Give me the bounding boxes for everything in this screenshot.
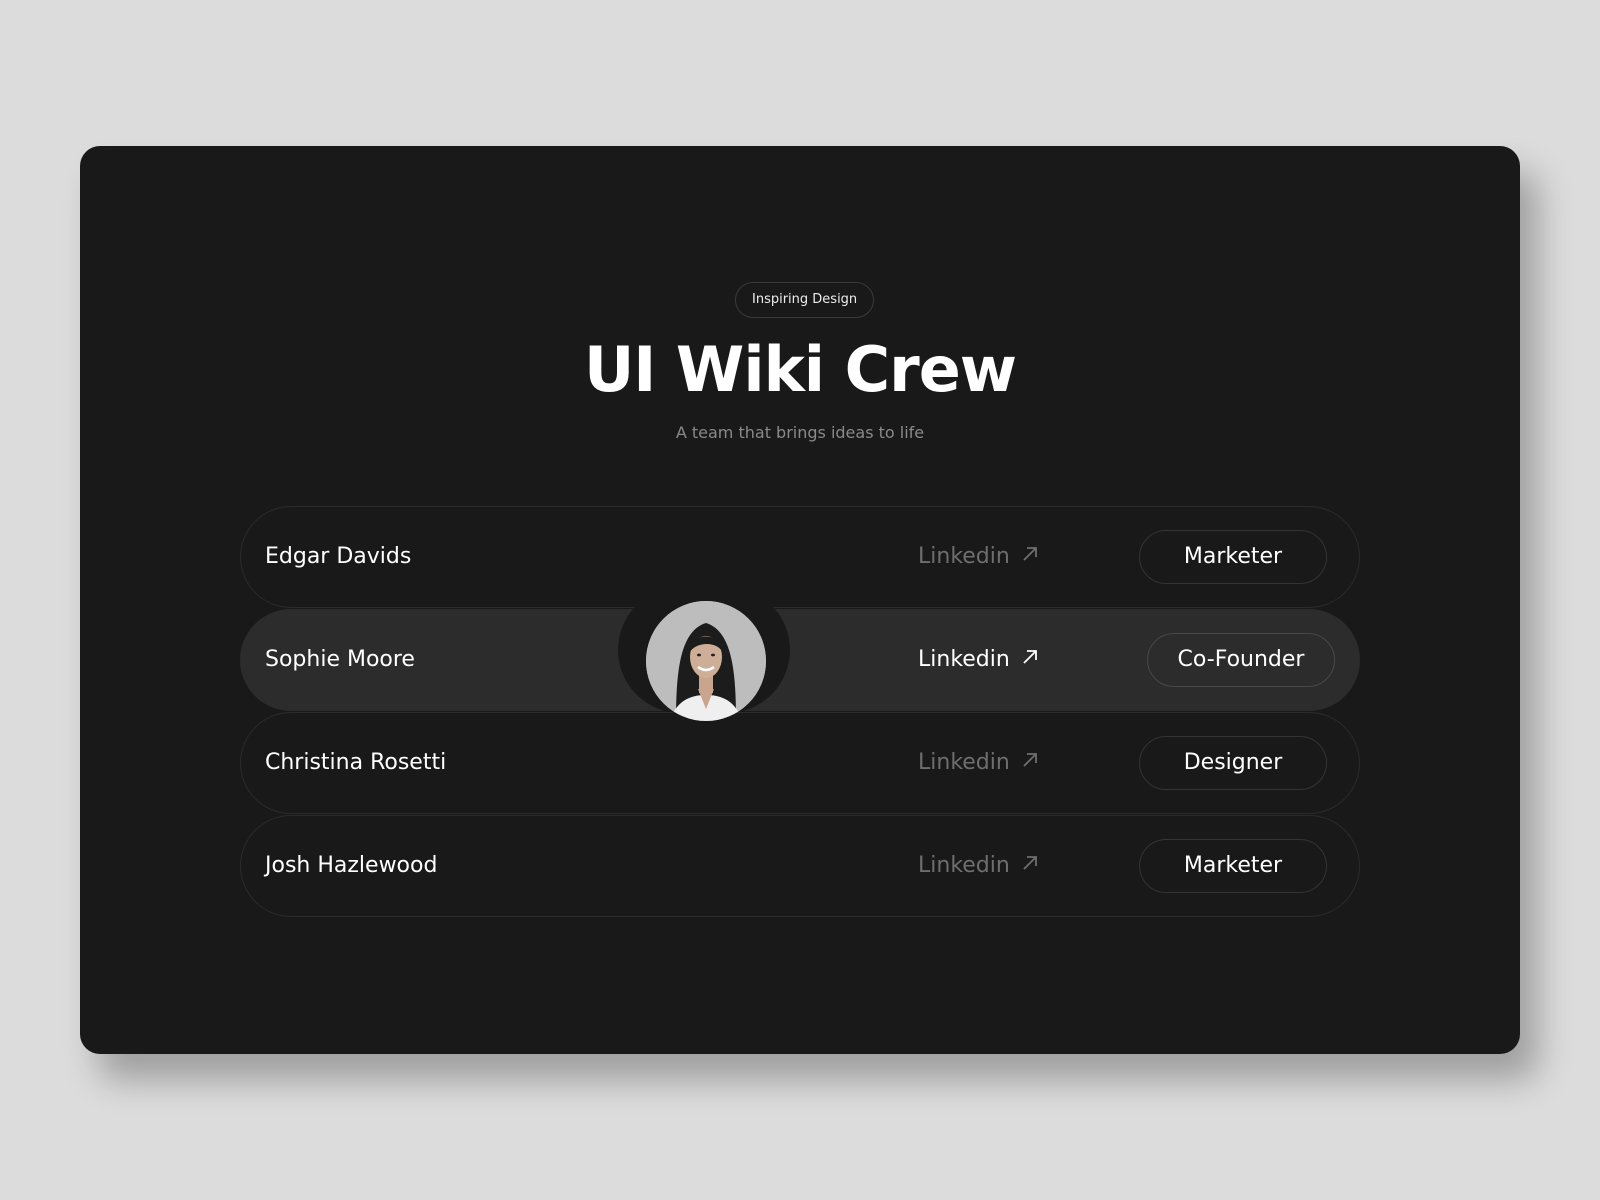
linkedin-label: Linkedin bbox=[918, 647, 1010, 672]
linkedin-link[interactable]: Linkedin bbox=[918, 713, 1040, 813]
member-name: Christina Rosetti bbox=[265, 750, 447, 775]
team-row[interactable]: Christina Rosetti Linkedin Designer bbox=[240, 712, 1360, 814]
arrow-up-right-icon bbox=[1023, 650, 1037, 664]
avatar bbox=[646, 601, 766, 721]
linkedin-label: Linkedin bbox=[918, 544, 1010, 569]
member-name: Edgar Davids bbox=[265, 544, 412, 569]
linkedin-link[interactable]: Linkedin bbox=[918, 610, 1040, 710]
linkedin-label: Linkedin bbox=[918, 853, 1010, 878]
arrow-up-right-icon bbox=[1023, 547, 1037, 561]
team-row-active[interactable]: Sophie Moore Linkedin Co-Founder bbox=[240, 609, 1360, 711]
member-name: Sophie Moore bbox=[265, 647, 415, 672]
linkedin-label: Linkedin bbox=[918, 750, 1010, 775]
page-subtitle: A team that brings ideas to life bbox=[675, 423, 925, 442]
role-badge: Marketer bbox=[1139, 839, 1327, 893]
role-badge: Marketer bbox=[1139, 530, 1327, 584]
linkedin-link[interactable]: Linkedin bbox=[918, 507, 1040, 607]
category-tag: Inspiring Design bbox=[735, 282, 875, 318]
linkedin-link[interactable]: Linkedin bbox=[918, 816, 1040, 916]
member-name: Josh Hazlewood bbox=[265, 853, 438, 878]
role-badge: Co-Founder bbox=[1147, 633, 1335, 687]
role-badge: Designer bbox=[1139, 736, 1327, 790]
portrait-image bbox=[646, 601, 766, 721]
team-row[interactable]: Edgar Davids Linkedin Marketer bbox=[240, 506, 1360, 608]
page-title: UI Wiki Crew bbox=[583, 333, 1017, 406]
arrow-up-right-icon bbox=[1023, 753, 1037, 767]
team-row[interactable]: Josh Hazlewood Linkedin Marketer bbox=[240, 815, 1360, 917]
arrow-up-right-icon bbox=[1023, 856, 1037, 870]
